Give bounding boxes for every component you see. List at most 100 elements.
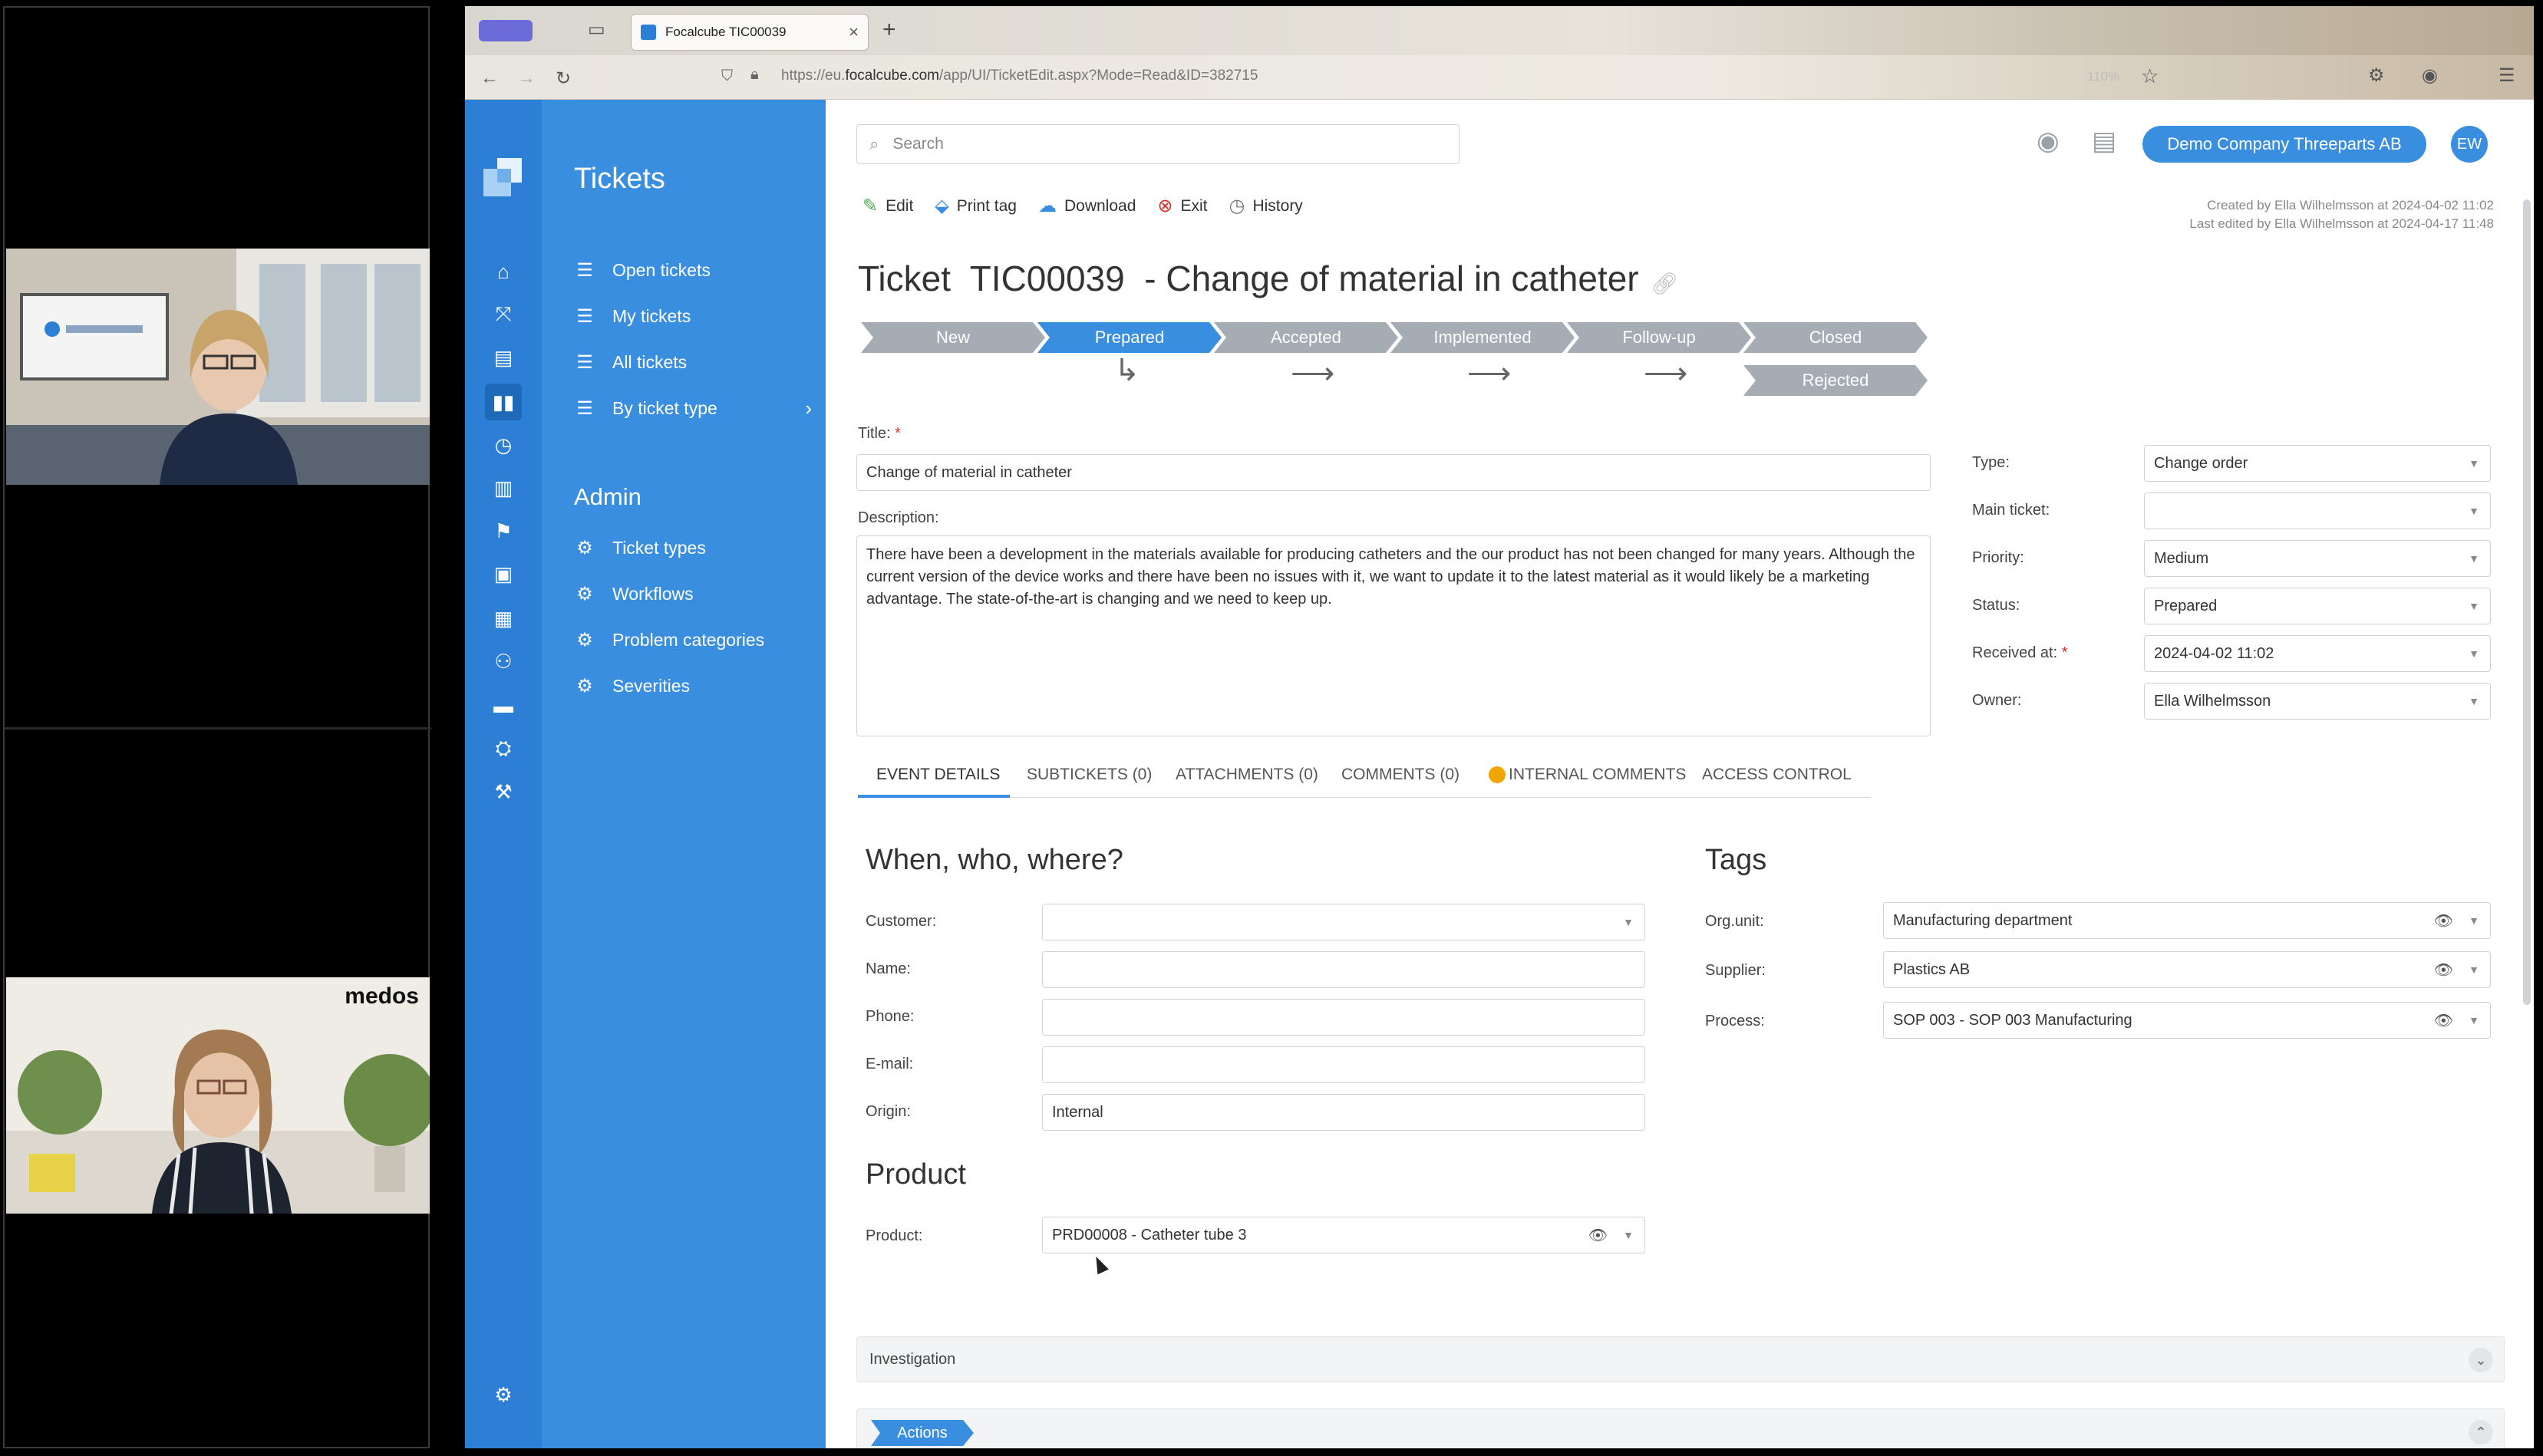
boards-icon[interactable]: ▦ — [485, 600, 522, 637]
workflow-step-prepared[interactable]: Prepared — [1037, 322, 1222, 353]
chevron-down-icon: ▼ — [2469, 600, 2479, 612]
description-field[interactable]: There have been a development in the mat… — [856, 535, 1931, 736]
reload-icon[interactable]: ↻ — [551, 66, 576, 91]
type-select[interactable]: Change order ▼ — [2144, 445, 2491, 482]
bookmark-star-icon[interactable]: ☆ — [2141, 64, 2159, 88]
forward-icon[interactable]: → — [514, 66, 539, 91]
received-at-field[interactable]: 2024-04-02 11:02 ▼ — [2144, 635, 2491, 672]
tab-comments[interactable]: COMMENTS (0) — [1341, 766, 1460, 784]
chevron-down-icon: ▼ — [2469, 647, 2479, 660]
tab-subtickets[interactable]: SUBTICKETS (0) — [1027, 766, 1152, 784]
orgunit-select[interactable]: Manufacturing department 👁︎ ▼ — [1883, 902, 2491, 939]
print-tag-button[interactable]: ⬙ Print tag — [935, 195, 1017, 217]
tab-access-control[interactable]: ACCESS CONTROL — [1702, 766, 1852, 784]
chevron-down-icon: ▼ — [2469, 964, 2479, 976]
tab-internal-comments[interactable]: INTERNAL COMMENTS — [1489, 766, 1686, 784]
workflow-step-closed[interactable]: Closed — [1743, 322, 1928, 353]
tab-overview-icon[interactable]: ▭ — [588, 18, 605, 41]
sidebar-item-workflows[interactable]: ⚙ Workflows — [574, 577, 693, 611]
url-text[interactable]: https://eu.focalcube.com/app/UI/TicketEd… — [781, 68, 1258, 84]
customer-select[interactable]: ▼ — [1042, 904, 1645, 940]
list-icon: ☰ — [576, 305, 593, 327]
sidebar-item-my-tickets[interactable]: ☰ My tickets — [574, 299, 691, 333]
shield-icon[interactable]: ⛉ — [721, 68, 733, 85]
workflow-step-accepted[interactable]: Accepted — [1214, 322, 1398, 353]
link-icon[interactable]: 🔗︎ — [1651, 272, 1679, 295]
sidebar-item-all-tickets[interactable]: ☰ All tickets — [574, 345, 687, 379]
chevron-down-icon: ▼ — [2469, 695, 2479, 707]
workspace-icon[interactable] — [479, 20, 533, 41]
download-button[interactable]: ☁ Download — [1038, 195, 1136, 217]
browser-tab-active[interactable]: Focalcube TIC00039 × — [631, 14, 869, 51]
workflow-step-implemented[interactable]: Implemented — [1390, 322, 1575, 353]
account-icon[interactable]: ◉ — [2422, 64, 2438, 87]
records-icon[interactable]: ▬ — [485, 687, 522, 724]
sidebar-item-open-tickets[interactable]: ☰ Open tickets — [574, 253, 711, 287]
investigation-section[interactable]: Investigation ⌄ — [856, 1336, 2505, 1382]
main-ticket-select[interactable]: ▼ — [2144, 492, 2491, 529]
brand-logo: medos — [345, 983, 419, 1009]
tools-icon[interactable]: ⚒ — [485, 773, 522, 810]
clipboard-icon[interactable]: ▤ — [2092, 126, 2116, 156]
documents-icon[interactable]: ▤ — [485, 339, 522, 376]
reports-icon[interactable]: ▥ — [485, 469, 522, 506]
settings-gear-icon[interactable]: ⚙ — [485, 1376, 522, 1413]
chevron-up-icon[interactable]: ⌃ — [2469, 1420, 2493, 1444]
users-icon[interactable]: ⚇ — [485, 643, 522, 680]
supplier-label: Supplier: — [1705, 962, 1766, 979]
sidebar-item-problem-categories[interactable]: ⚙ Problem categories — [574, 623, 764, 657]
sidebar-item-by-ticket-type[interactable]: ☰ By ticket type › — [574, 391, 812, 425]
tab-attachments[interactable]: ATTACHMENTS (0) — [1176, 766, 1318, 784]
deviations-icon[interactable]: ⤧ — [485, 296, 522, 333]
sidebar-item-severities[interactable]: ⚙ Severities — [574, 669, 690, 703]
title-field[interactable]: Change of material in catheter — [856, 454, 1931, 491]
back-icon[interactable]: ← — [477, 66, 502, 91]
search-input[interactable]: ⌕ Search — [856, 124, 1460, 164]
tab-event-details[interactable]: EVENT DETAILS — [876, 766, 1000, 784]
chevron-down-icon[interactable]: ⌄ — [2469, 1348, 2493, 1372]
app-logo-icon[interactable] — [483, 158, 523, 198]
training-icon[interactable]: ⛭ — [485, 730, 522, 767]
checks-icon[interactable]: ◷ — [485, 427, 522, 463]
home-icon[interactable]: ⌂ — [485, 253, 522, 290]
arrow-right-icon: ⟶ — [1291, 357, 1335, 390]
menu-icon[interactable]: ☰ — [2498, 64, 2515, 87]
eye-icon[interactable]: 👁︎ — [2434, 960, 2453, 980]
priority-select[interactable]: Medium ▼ — [2144, 540, 2491, 577]
exit-button[interactable]: ⊗ Exit — [1157, 195, 1207, 217]
process-label: Process: — [1705, 1013, 1765, 1029]
eye-icon[interactable]: 👁︎ — [1588, 1226, 1608, 1245]
name-field[interactable] — [1042, 951, 1645, 988]
email-field[interactable] — [1042, 1046, 1645, 1083]
inventory-icon[interactable]: ▣ — [485, 555, 522, 592]
help-icon[interactable]: ◉ — [2037, 126, 2060, 156]
lock-badge-icon — [1489, 766, 1506, 784]
status-select[interactable]: Prepared ▼ — [2144, 588, 2491, 624]
eye-icon[interactable]: 👁︎ — [2434, 911, 2453, 931]
tab-close-icon[interactable]: × — [849, 22, 859, 42]
extensions-icon[interactable]: ⚙ — [2368, 64, 2385, 87]
page-scrollbar[interactable] — [2523, 199, 2531, 1005]
edit-button[interactable]: ✎ Edit — [863, 195, 913, 217]
owner-select[interactable]: Ella Wilhelmsson ▼ — [2144, 683, 2491, 720]
phone-field[interactable] — [1042, 999, 1645, 1036]
avatar[interactable]: EW — [2451, 126, 2488, 163]
history-button[interactable]: ◷ History — [1229, 195, 1303, 217]
process-select[interactable]: SOP 003 - SOP 003 Manufacturing 👁︎ ▼ — [1883, 1002, 2491, 1039]
workflow-step-new[interactable]: New — [861, 322, 1045, 353]
tickets-icon[interactable]: ▮▮ — [485, 384, 522, 420]
origin-field[interactable]: Internal — [1042, 1094, 1645, 1131]
workflow-step-follow-up[interactable]: Follow-up — [1567, 322, 1751, 353]
tag-icon: ⬙ — [935, 196, 949, 216]
product-select[interactable]: PRD00008 - Catheter tube 3 👁︎ ▼ — [1042, 1217, 1645, 1253]
suppliers-icon[interactable]: ⚑ — [485, 512, 522, 549]
supplier-select[interactable]: Plastics AB 👁︎ ▼ — [1883, 951, 2491, 988]
email-label: E-mail: — [866, 1056, 914, 1072]
zoom-level[interactable]: 110% — [2087, 69, 2119, 84]
new-tab-icon[interactable]: + — [882, 17, 896, 43]
actions-section[interactable]: Actions ⌃ — [856, 1408, 2505, 1448]
sidebar-item-ticket-types[interactable]: ⚙ Ticket types — [574, 531, 706, 565]
eye-icon[interactable]: 👁︎ — [2434, 1011, 2453, 1030]
company-button[interactable]: Demo Company Threeparts AB — [2142, 126, 2426, 163]
workflow-step-rejected[interactable]: Rejected — [1743, 365, 1928, 396]
